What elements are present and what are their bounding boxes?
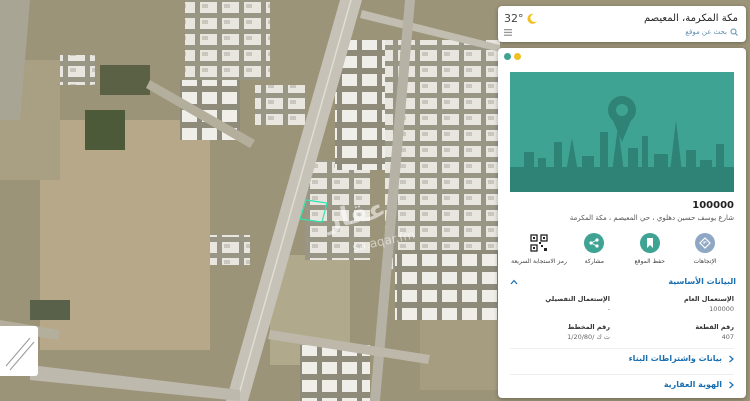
search-location-label: بحث عن موقع [685,28,727,36]
search-location-link[interactable]: بحث عن موقع [685,28,738,36]
building-requirements-section[interactable]: بيانات واشتراطات البناء [510,354,734,363]
plot-number-value: 407 [721,333,734,341]
window-controls [504,53,521,60]
share-label: مشاركة [584,258,605,265]
detailed-use-field: الإستعمال التفصيلي - [510,295,610,313]
share-button[interactable]: مشاركة [571,233,617,265]
list-icon[interactable] [504,29,512,36]
listing-address: شارع يوسف حسين دهلوي ، حي المعيصم ، مكة … [569,214,734,222]
chevron-right-icon [729,381,734,388]
listing-detail-panel: 100000 شارع يوسف حسين دهلوي ، حي المعيصم… [498,48,746,398]
basic-info-section-header[interactable]: البيانات الأساسية [510,277,736,286]
divider [510,374,734,375]
basic-info-title: البيانات الأساسية [668,277,736,286]
listing-hero-image [510,72,734,192]
location-search-card[interactable]: مكة المكرمة، المعيصم بحث عن موقع 32° [498,6,746,42]
save-location-label: حفظ الموقع [634,258,665,265]
directions-button[interactable]: الإتجاهات [682,233,728,265]
listing-price: 100000 [692,200,734,211]
plot-number-field: رقم القطعة 407 [634,323,734,341]
skyline-illustration [510,72,734,192]
chevron-right-icon [729,355,734,362]
moon-icon [527,13,537,24]
qr-code-button[interactable]: رمز الاستجابة السريعة [511,233,567,265]
property-identity-section[interactable]: الهوية العقارية [510,380,734,389]
general-use-label: الإستعمال العام [683,295,734,303]
qr-code-label: رمز الاستجابة السريعة [511,258,567,265]
property-identity-title: الهوية العقارية [663,380,722,389]
plan-number-label: رقم المخطط [567,323,610,331]
general-use-value: 100000 [709,305,734,313]
action-bar: الإتجاهات حفظ الموقع مشاركة رمز الاستجاب… [511,233,728,265]
directions-icon [695,233,715,253]
save-location-button[interactable]: حفظ الموقع [627,233,673,265]
minimize-dot-icon[interactable] [514,53,521,60]
bookmark-icon [639,233,660,253]
building-requirements-title: بيانات واشتراطات البناء [628,354,722,363]
qr-code-icon [529,233,550,253]
weather-widget: 32° [504,12,538,25]
map-control[interactable] [0,326,38,376]
divider [510,348,734,349]
detailed-use-value: - [607,305,610,313]
share-icon [584,233,605,253]
chevron-up-icon [510,279,518,284]
map-layer-icon [5,337,35,371]
plan-number-field: رقم المخطط ت ك /1/20/80 [510,323,610,341]
directions-label: الإتجاهات [693,258,717,265]
plot-number-label: رقم القطعة [695,323,734,331]
basic-info-grid: الإستعمال العام 100000 الإستعمال التفصيل… [510,295,734,341]
temperature: 32° [504,12,524,25]
search-icon [730,28,738,36]
city-name: مكة المكرمة، المعيصم [644,13,738,24]
general-use-field: الإستعمال العام 100000 [634,295,734,313]
plan-number-value: ت ك /1/20/80 [567,333,610,341]
close-dot-icon[interactable] [504,53,511,60]
detailed-use-label: الإستعمال التفصيلي [545,295,610,303]
